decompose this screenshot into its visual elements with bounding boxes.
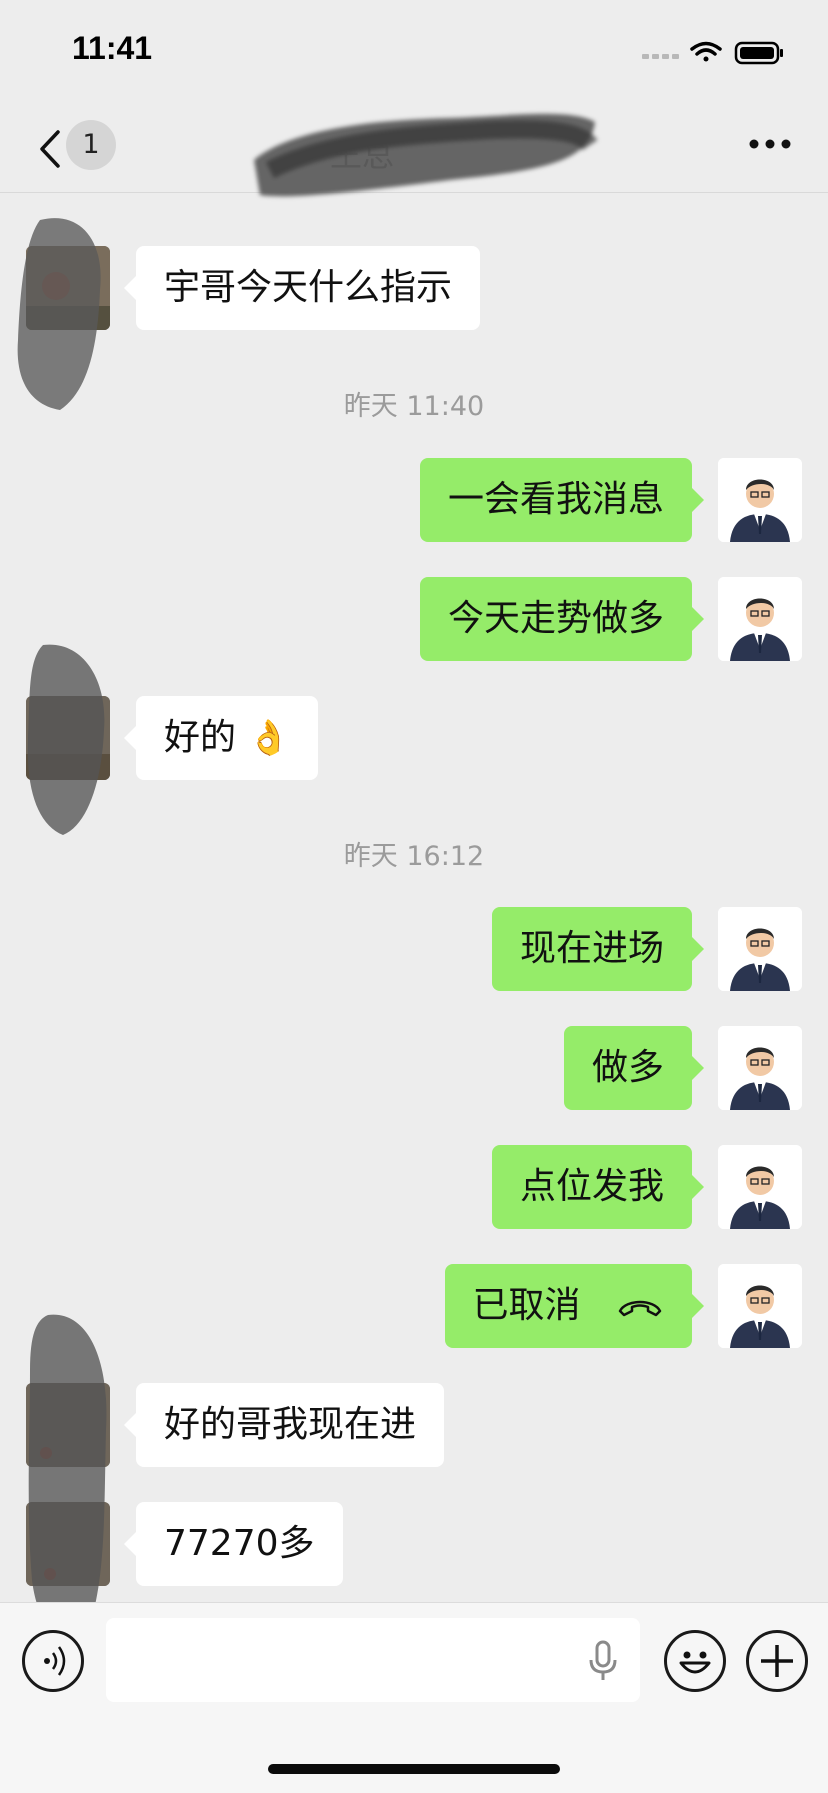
my-avatar[interactable]: [718, 907, 802, 991]
message-bubble[interactable]: 77270多: [124, 1502, 343, 1586]
message-text: 好的: [164, 717, 237, 758]
message-bubble[interactable]: 今天走势做多: [419, 577, 705, 661]
redaction-scribble: [254, 113, 598, 197]
avatar-redaction: [27, 644, 105, 835]
message-bubble[interactable]: 一会看我消息: [419, 458, 705, 542]
avatar-businessman: [718, 1145, 802, 1229]
call-cancelled-bubble[interactable]: 已取消: [444, 1264, 705, 1348]
my-avatar[interactable]: [718, 1145, 802, 1229]
my-avatar[interactable]: [718, 1264, 802, 1348]
battery-icon: [734, 41, 783, 65]
status-time: 11:41: [72, 30, 153, 66]
avatar-businessman: [718, 1026, 802, 1110]
avatar-businessman: [718, 907, 802, 991]
message-bubble[interactable]: 好的 👌: [124, 696, 318, 780]
contact-name: 王总: [330, 136, 395, 174]
hangup-icon: [618, 1300, 662, 1317]
more-functions-button[interactable]: [746, 1630, 808, 1692]
my-avatar[interactable]: [718, 577, 802, 661]
message-bubble[interactable]: 做多: [563, 1026, 705, 1110]
unread-badge[interactable]: 1: [66, 120, 116, 170]
message-bubble[interactable]: 点位发我: [491, 1145, 705, 1229]
status-icons: [642, 41, 783, 65]
timestamp: 昨天 11:40: [343, 391, 485, 422]
avatar-redaction: [28, 1314, 107, 1637]
contact-title: 王总: [250, 100, 600, 210]
voice-toggle-button[interactable]: [22, 1630, 84, 1692]
timestamp: 昨天 16:12: [343, 841, 485, 872]
emoji-button[interactable]: [664, 1630, 726, 1692]
more-icon[interactable]: [748, 138, 792, 150]
smiley-icon: [679, 1651, 711, 1674]
ok-hand-emoji: 👌: [247, 718, 290, 758]
avatar-businessman: [718, 1264, 802, 1348]
home-indicator: [268, 1764, 560, 1774]
voice-wave-icon: [44, 1646, 66, 1676]
message-bubble[interactable]: 好的哥我现在进: [123, 1383, 445, 1467]
microphone-icon[interactable]: [586, 1640, 620, 1684]
message-bubble[interactable]: 宇哥今天什么指示: [123, 246, 481, 330]
my-avatar[interactable]: [718, 458, 802, 542]
my-avatar[interactable]: [718, 1026, 802, 1110]
avatar-businessman: [718, 577, 802, 661]
message-input[interactable]: [106, 1618, 640, 1702]
plus-icon: [761, 1645, 793, 1677]
message-text: 已取消: [472, 1285, 581, 1326]
message-bubble[interactable]: 现在进场: [491, 907, 705, 991]
wifi-icon: [690, 41, 722, 62]
signal-icon: [642, 54, 679, 59]
avatar-businessman: [718, 458, 802, 542]
